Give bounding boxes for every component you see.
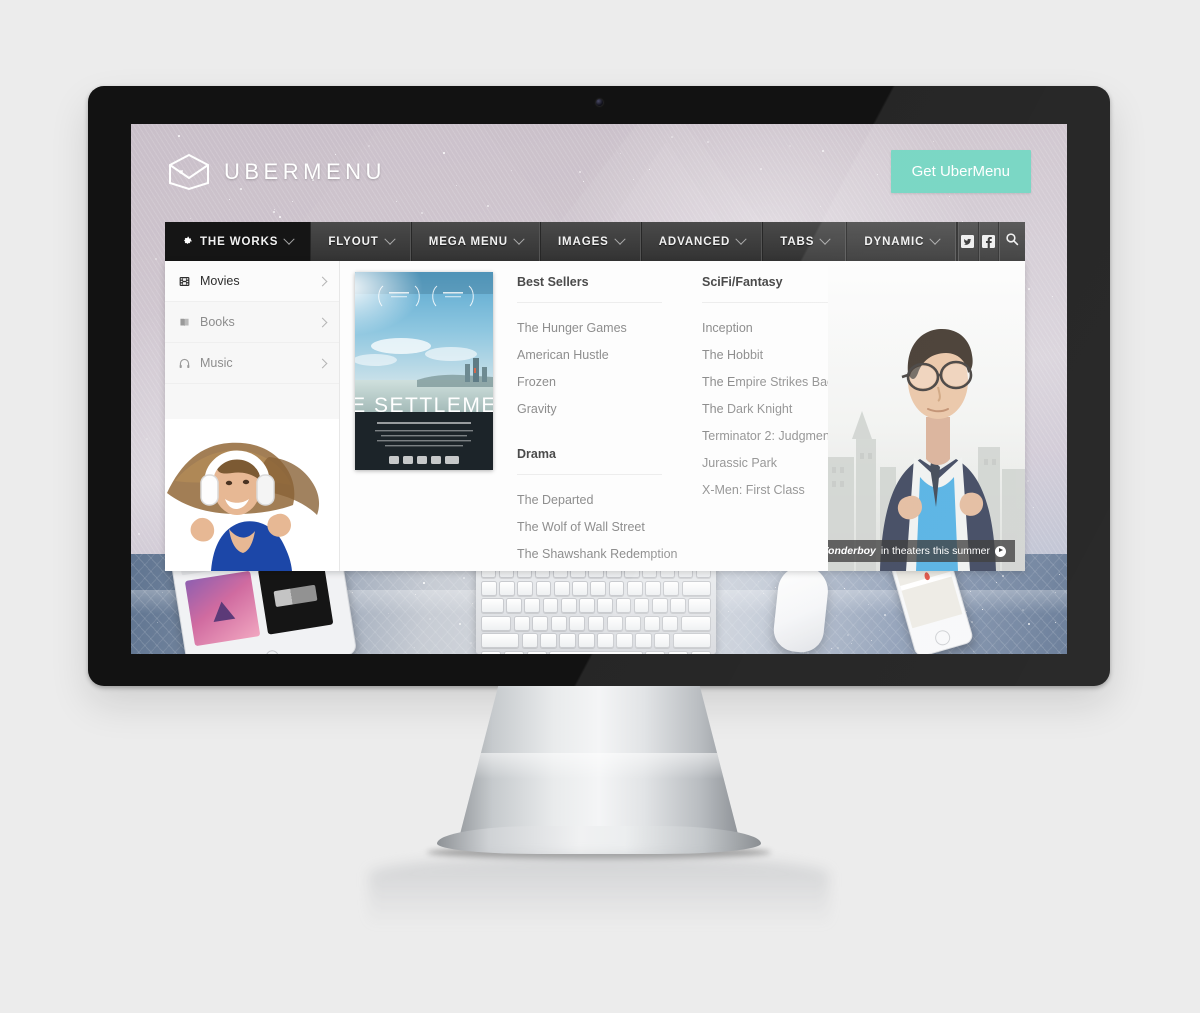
nav-item-label: MEGA MENU bbox=[428, 235, 508, 248]
gear-icon bbox=[182, 235, 193, 249]
feature-caption[interactable]: Wonderboy in theaters this summer bbox=[828, 540, 1015, 562]
nav-item-images[interactable]: IMAGES bbox=[541, 222, 642, 261]
keyboard-row bbox=[481, 598, 712, 613]
list-item[interactable]: The Wolf of Wall Street bbox=[517, 516, 662, 543]
list-item[interactable]: Saving Private Ryan bbox=[517, 570, 662, 571]
film-icon bbox=[178, 275, 196, 288]
svg-text:THE SETTLEMENT: THE SETTLEMENT bbox=[355, 394, 493, 417]
column-heading: SciFi/Fantasy bbox=[702, 271, 847, 303]
facebook-icon bbox=[981, 235, 995, 248]
chevron-down-icon bbox=[819, 233, 831, 245]
column-heading: Drama bbox=[517, 443, 662, 475]
site-header: UBERMENU Get UberMenu bbox=[131, 124, 1067, 220]
chevron-down-icon bbox=[283, 233, 296, 245]
sidebar-item-music[interactable]: Music bbox=[165, 343, 339, 384]
nav-item-advanced[interactable]: ADVANCED bbox=[642, 222, 764, 261]
chevron-down-icon bbox=[614, 233, 626, 245]
nav-item-dynamic[interactable]: DYNAMIC bbox=[847, 222, 958, 261]
keyboard-row bbox=[481, 650, 711, 654]
nav-item-label: ADVANCED bbox=[658, 235, 731, 248]
mega-menu-panel: Movies Books Music E SETTLEME Best Selle… bbox=[165, 261, 1025, 571]
site-logo-text: UBERMENU bbox=[224, 159, 386, 184]
mega-menu-columns: Best Sellers The Hunger Games American H… bbox=[517, 271, 859, 571]
search-button[interactable] bbox=[999, 222, 1025, 261]
nav-item-label: DYNAMIC bbox=[864, 235, 925, 248]
floor-reflection bbox=[369, 856, 829, 926]
list-item[interactable]: The Shawshank Redemption bbox=[517, 543, 678, 570]
main-navigation-wrapper: THE WORKS FLYOUT MEGA MENU IMAGES ADVANC… bbox=[165, 222, 1025, 571]
nav-item-label: FLYOUT bbox=[328, 235, 379, 248]
desktop-monitor: UBERMENU Get UberMenu THE WORKS FLYOUT M… bbox=[88, 86, 1110, 686]
chevron-down-icon bbox=[513, 233, 525, 245]
chevron-right-icon bbox=[317, 358, 328, 368]
monitor-stand-neck bbox=[459, 686, 739, 838]
mega-menu-column-2: SciFi/Fantasy Inception The Hobbit The E… bbox=[702, 271, 859, 571]
list-item[interactable]: The Dark Knight bbox=[702, 398, 847, 425]
movie-poster[interactable]: THE SETTLEMENT bbox=[355, 272, 493, 470]
chevron-right-icon bbox=[317, 317, 328, 327]
list-item[interactable]: Jurassic Park bbox=[702, 452, 847, 479]
chevron-down-icon bbox=[929, 233, 941, 245]
caption-text: in theaters this summer bbox=[880, 545, 990, 557]
monitor-stand-foot bbox=[437, 826, 761, 854]
headphones-icon bbox=[178, 357, 196, 370]
chevron-down-icon bbox=[384, 233, 396, 245]
nav-item-mega-menu[interactable]: MEGA MENU bbox=[412, 222, 541, 261]
drama-list: The Departed The Wolf of Wall Street The… bbox=[517, 489, 678, 571]
stand-sheen bbox=[459, 752, 739, 779]
nav-item-label: THE WORKS bbox=[200, 235, 279, 248]
list-item[interactable]: The Departed bbox=[517, 489, 662, 516]
book-icon bbox=[178, 316, 196, 329]
best-sellers-list: The Hunger Games American Hustle Frozen … bbox=[517, 317, 662, 425]
list-item[interactable]: The Empire Strikes Back bbox=[702, 371, 847, 398]
feature-photo: Wonderboy in theaters this summer bbox=[828, 261, 1025, 571]
facebook-link[interactable] bbox=[979, 222, 1000, 261]
chevron-right-icon bbox=[317, 276, 328, 286]
scifi-fantasy-list: Inception The Hobbit The Empire Strikes … bbox=[702, 317, 859, 506]
webcam-icon bbox=[596, 99, 603, 106]
mega-menu-sidebar: Movies Books Music bbox=[165, 261, 340, 571]
list-item[interactable]: X-Men: First Class bbox=[702, 479, 847, 506]
keyboard-row bbox=[481, 633, 711, 648]
list-item[interactable]: Terminator 2: Judgment Day bbox=[702, 425, 859, 452]
main-navigation: THE WORKS FLYOUT MEGA MENU IMAGES ADVANC… bbox=[165, 222, 1025, 261]
nav-item-tabs[interactable]: TABS bbox=[763, 222, 848, 261]
nav-item-label: IMAGES bbox=[557, 235, 609, 248]
monitor-screen: UBERMENU Get UberMenu THE WORKS FLYOUT M… bbox=[131, 124, 1067, 654]
chevron-down-icon bbox=[735, 233, 747, 245]
play-circle-icon bbox=[995, 545, 1006, 557]
sidebar-item-books[interactable]: Books bbox=[165, 302, 339, 343]
sidebar-item-movies[interactable]: Movies bbox=[165, 261, 339, 302]
ubermenu-hex-logo-icon bbox=[166, 151, 212, 193]
keyboard-row bbox=[481, 580, 712, 596]
screenshot-stage: UBERMENU Get UberMenu THE WORKS FLYOUT M… bbox=[0, 0, 1200, 1013]
list-item[interactable]: Gravity bbox=[517, 398, 662, 425]
keyboard-device bbox=[476, 558, 716, 654]
list-item[interactable]: Inception bbox=[702, 317, 847, 344]
album-art-purple bbox=[184, 570, 261, 647]
keyboard-row bbox=[481, 615, 712, 631]
mega-menu-column-1: Best Sellers The Hunger Games American H… bbox=[517, 271, 678, 571]
sidebar-photo bbox=[165, 419, 339, 571]
sidebar-item-label: Music bbox=[200, 356, 233, 370]
nav-item-the-works[interactable]: THE WORKS bbox=[165, 222, 312, 261]
twitter-link[interactable] bbox=[958, 222, 979, 261]
twitter-icon bbox=[961, 235, 975, 248]
caption-title: Wonderboy bbox=[828, 545, 876, 557]
list-item[interactable]: The Hunger Games bbox=[517, 317, 662, 344]
sidebar-item-label: Movies bbox=[200, 274, 240, 288]
list-item[interactable]: Frozen bbox=[517, 371, 662, 398]
list-item[interactable]: The Hobbit bbox=[702, 344, 847, 371]
column-heading: Best Sellers bbox=[517, 271, 662, 303]
site-logo[interactable]: UBERMENU bbox=[166, 151, 386, 193]
sidebar-item-label: Books bbox=[200, 315, 235, 329]
list-item[interactable]: American Hustle bbox=[517, 344, 662, 371]
nav-item-flyout[interactable]: FLYOUT bbox=[311, 222, 412, 261]
get-ubermenu-button[interactable]: Get UberMenu bbox=[890, 150, 1031, 193]
nav-item-label: TABS bbox=[780, 235, 815, 248]
search-icon bbox=[1005, 232, 1019, 251]
phone-home-button-icon bbox=[933, 628, 952, 648]
tablet-home-button-icon bbox=[264, 649, 280, 654]
